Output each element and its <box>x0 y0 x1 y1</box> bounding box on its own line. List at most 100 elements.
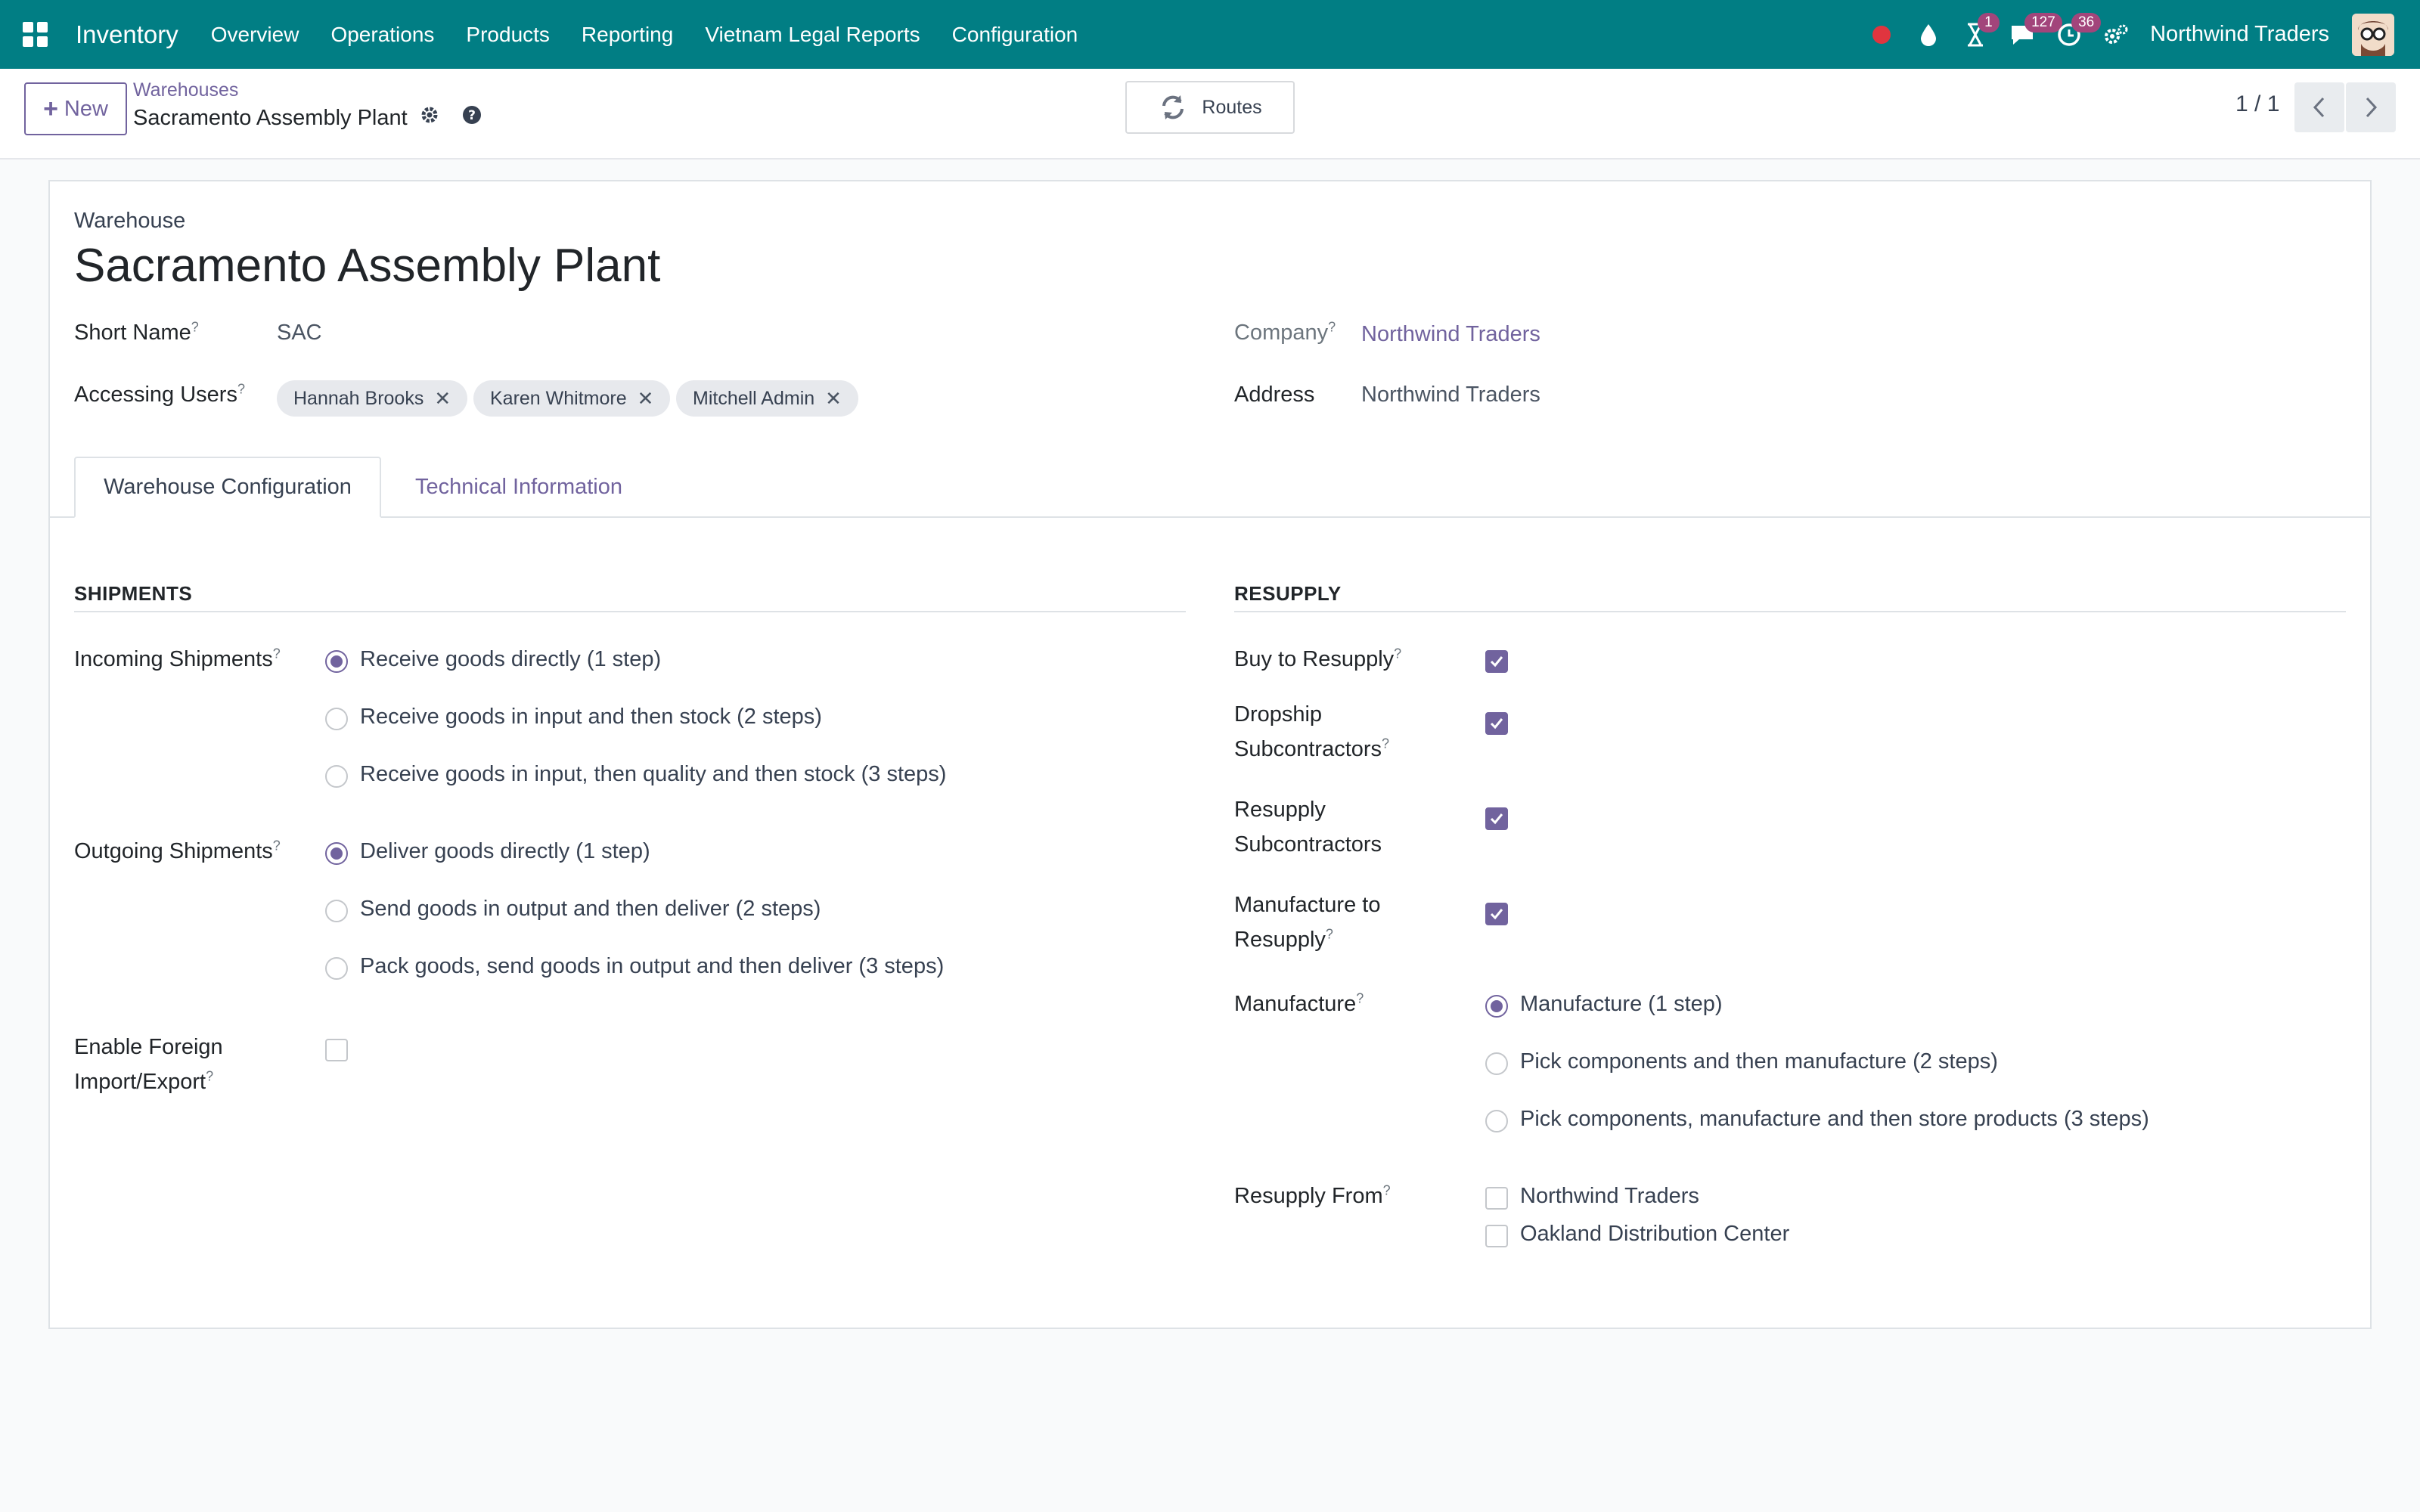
address-field[interactable]: Northwind Traders <box>1361 383 1540 407</box>
outgoing-option-2-radio[interactable] <box>325 900 348 922</box>
tooltip-icon[interactable]: ? <box>1382 736 1389 751</box>
menu-item-overview[interactable]: Overview <box>195 0 315 69</box>
incoming-option-1-label[interactable]: Receive goods directly (1 step) <box>360 647 661 672</box>
manufacture-to-resupply-checkbox[interactable] <box>1485 903 1508 925</box>
remove-tag-icon[interactable]: ✕ <box>825 387 842 411</box>
checkmark-icon <box>1490 718 1503 730</box>
short-name-field[interactable]: SAC <box>277 321 322 345</box>
pager-value[interactable]: 1 / 1 <box>2235 91 2279 117</box>
messages-icon[interactable]: 127 <box>1999 0 2062 69</box>
incoming-option-2-label[interactable]: Receive goods in input and then stock (2… <box>360 705 822 730</box>
menu-item-reporting[interactable]: Reporting <box>566 0 689 69</box>
tooltip-icon[interactable]: ? <box>1383 1182 1391 1198</box>
buy-to-resupply-checkbox[interactable] <box>1485 650 1508 673</box>
user-tag: Hannah Brooks ✕ <box>277 380 468 417</box>
tooltip-icon[interactable]: ? <box>273 838 281 853</box>
menu-item-operations[interactable]: Operations <box>315 0 450 69</box>
gear-icon[interactable] <box>420 105 439 131</box>
incoming-option-3-radio[interactable] <box>325 765 348 788</box>
short-name-label: Short Name? <box>74 319 199 345</box>
company-field[interactable]: Northwind Traders <box>1361 322 1540 347</box>
tooltip-icon[interactable]: ? <box>1328 319 1336 334</box>
routes-button[interactable]: Routes <box>1125 81 1295 134</box>
tooltip-icon[interactable]: ? <box>1394 646 1401 661</box>
routes-label: Routes <box>1202 96 1262 118</box>
user-avatar[interactable] <box>2352 13 2394 56</box>
activity-badge: 1 <box>1978 13 2000 33</box>
tab-warehouse-configuration[interactable]: Warehouse Configuration <box>74 457 381 518</box>
clock-icon[interactable]: 36 <box>2046 0 2102 69</box>
warehouse-name-field[interactable]: Sacramento Assembly Plant <box>74 239 660 293</box>
incoming-option-1-radio[interactable] <box>325 650 348 673</box>
resupply-from-label: Resupply From? <box>1234 1182 1391 1208</box>
resupply-from-option-label[interactable]: Oakland Distribution Center <box>1520 1222 1789 1247</box>
top-navbar: Inventory Overview Operations Products R… <box>0 0 2420 69</box>
remove-tag-icon[interactable]: ✕ <box>434 387 451 411</box>
app-name[interactable]: Inventory <box>76 20 178 49</box>
resupply-section-title: RESUPPLY <box>1234 582 1342 605</box>
company-switch-icon[interactable] <box>2093 0 2139 69</box>
resupply-subcontractors-checkbox[interactable] <box>1485 807 1508 830</box>
hourglass-icon[interactable]: 1 <box>1952 0 2000 69</box>
outgoing-option-3-radio[interactable] <box>325 957 348 980</box>
shipments-section-title: SHIPMENTS <box>74 582 193 605</box>
user-tag: Mitchell Admin ✕ <box>676 380 858 417</box>
checkmark-icon <box>1490 909 1503 920</box>
outgoing-option-1-radio[interactable] <box>325 842 348 865</box>
user-tag-label: Karen Whitmore <box>490 387 627 409</box>
outgoing-option-1-label[interactable]: Deliver goods directly (1 step) <box>360 839 650 864</box>
manufacture-option-2-label[interactable]: Pick components and then manufacture (2 … <box>1520 1049 1998 1074</box>
incoming-shipments-label: Incoming Shipments? <box>74 646 281 671</box>
foreign-import-export-checkbox[interactable] <box>325 1039 348 1061</box>
manufacture-option-1-label[interactable]: Manufacture (1 step) <box>1520 992 1723 1017</box>
plus-icon: + <box>43 94 58 123</box>
breadcrumb-warehouses[interactable]: Warehouses <box>133 79 238 101</box>
manufacture-option-3-radio[interactable] <box>1485 1110 1508 1132</box>
pager-previous-button[interactable] <box>2294 82 2344 132</box>
tooltip-icon[interactable]: ? <box>1356 990 1364 1005</box>
record-type-label: Warehouse <box>74 209 186 233</box>
refresh-icon <box>1162 95 1184 119</box>
remove-tag-icon[interactable]: ✕ <box>638 387 654 411</box>
new-button-label: New <box>64 96 108 121</box>
resupply-from-option-label[interactable]: Northwind Traders <box>1520 1184 1699 1209</box>
chevron-left-icon <box>2313 97 2325 118</box>
incoming-option-2-radio[interactable] <box>325 708 348 730</box>
resupply-from-checkbox[interactable] <box>1485 1225 1508 1247</box>
menu-item-configuration[interactable]: Configuration <box>936 0 1094 69</box>
manufacture-option-2-radio[interactable] <box>1485 1052 1508 1075</box>
tab-technical-information[interactable]: Technical Information <box>405 457 632 518</box>
chevron-right-icon <box>2366 97 2378 118</box>
tooltip-icon[interactable]: ? <box>273 646 281 661</box>
checkmark-icon <box>1490 656 1503 668</box>
outgoing-shipments-label: Outgoing Shipments? <box>74 838 281 863</box>
manufacture-option-1-radio[interactable] <box>1485 995 1508 1018</box>
user-tag-label: Hannah Brooks <box>293 387 424 409</box>
tabs-divider <box>50 516 2370 518</box>
incoming-option-3-label[interactable]: Receive goods in input, then quality and… <box>360 762 946 787</box>
user-tag: Karen Whitmore ✕ <box>473 380 671 417</box>
help-icon[interactable]: ? <box>462 105 482 131</box>
outgoing-option-3-label[interactable]: Pack goods, send goods in output and the… <box>360 954 944 979</box>
record-icon[interactable] <box>1858 0 1905 69</box>
manufacture-to-resupply-label: Manufacture to Resupply? <box>1234 893 1381 952</box>
tooltip-icon[interactable]: ? <box>1326 926 1333 941</box>
address-label: Address <box>1234 383 1315 407</box>
user-tag-label: Mitchell Admin <box>693 387 815 409</box>
dropship-subcontractors-checkbox[interactable] <box>1485 712 1508 735</box>
company-label: Company? <box>1234 319 1336 345</box>
drop-icon[interactable] <box>1905 0 1952 69</box>
resupply-from-checkbox[interactable] <box>1485 1187 1508 1210</box>
manufacture-option-3-label[interactable]: Pick components, manufacture and then st… <box>1520 1107 2149 1132</box>
pager-next-button[interactable] <box>2346 82 2396 132</box>
menu-item-products[interactable]: Products <box>450 0 566 69</box>
tooltip-icon[interactable]: ? <box>237 381 245 396</box>
new-button[interactable]: + New <box>24 82 127 135</box>
outgoing-option-2-label[interactable]: Send goods in output and then deliver (2… <box>360 897 821 922</box>
manufacture-label: Manufacture? <box>1234 990 1364 1016</box>
menu-item-vietnam-legal-reports[interactable]: Vietnam Legal Reports <box>689 0 935 69</box>
app-menu-icon[interactable] <box>0 0 70 69</box>
tooltip-icon[interactable]: ? <box>206 1068 213 1083</box>
tooltip-icon[interactable]: ? <box>191 319 199 334</box>
company-name[interactable]: Northwind Traders <box>2150 22 2329 47</box>
